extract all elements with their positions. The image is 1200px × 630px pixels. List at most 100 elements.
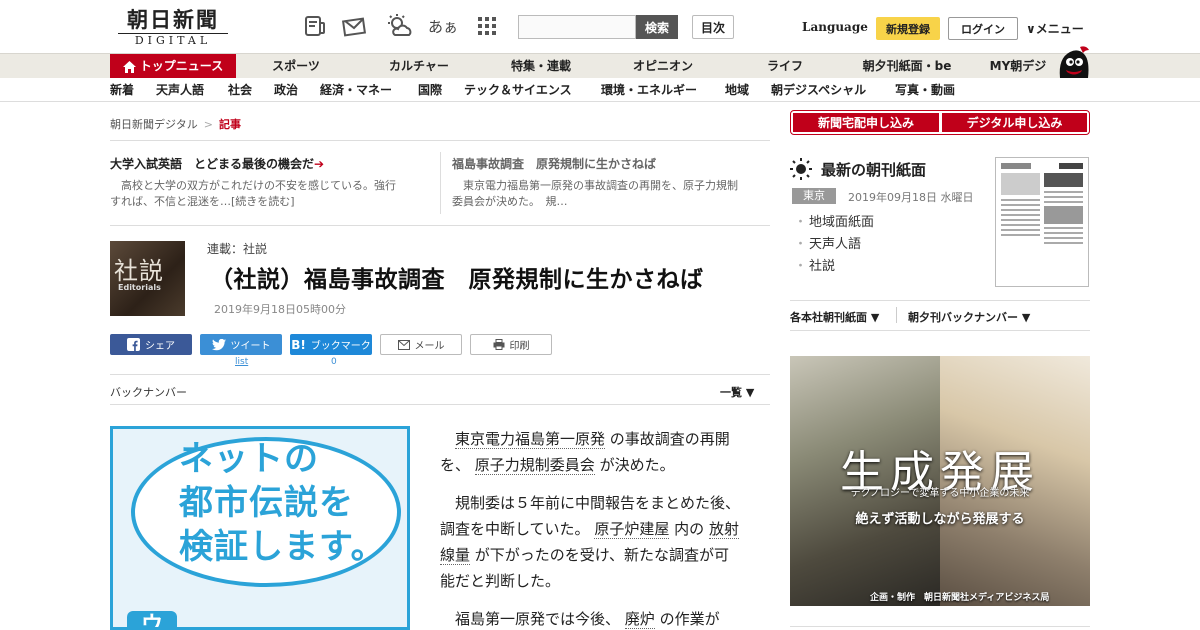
weather-icon[interactable]: [384, 12, 414, 40]
search-input[interactable]: [518, 15, 636, 39]
promo-tag: ウ: [127, 611, 177, 627]
logo-jp: 朝日新聞: [127, 7, 219, 32]
feature-title: 福島事故調査 原発規制に生かさねば: [452, 157, 657, 171]
home-icon: [122, 60, 136, 73]
article-body: 東京電力福島第一原発 の事故調査の再開を、 原子力規制委員会 が決めた。 規制委…: [440, 426, 740, 630]
nav-item-environment[interactable]: 環境・エネルギー: [601, 78, 697, 102]
article-paragraph: 東京電力福島第一原発 の事故調査の再開を、 原子力規制委員会 が決めた。: [440, 426, 740, 478]
caret-down-icon: ▼: [745, 386, 755, 399]
facebook-icon: [127, 338, 140, 351]
hatena-bookmark-button[interactable]: B! ブックマーク: [290, 334, 372, 355]
backnumber-list-label: 一覧: [720, 386, 742, 399]
nav-item-sports[interactable]: スポーツ: [252, 54, 340, 79]
twitter-icon: [211, 338, 226, 350]
nav-item-society[interactable]: 社会: [228, 78, 252, 102]
letter-icon[interactable]: [340, 12, 370, 40]
search-button[interactable]: 検索: [636, 15, 678, 39]
divider: [790, 330, 1090, 331]
site-logo[interactable]: 朝日新聞 DIGITAL: [118, 7, 228, 47]
mail-share-button[interactable]: メール: [380, 334, 462, 355]
paper-links: 地域面紙面 天声人語 社説: [794, 212, 874, 278]
paper-thumbnail[interactable]: [995, 157, 1089, 287]
nav-item-opinion[interactable]: オピニオン: [620, 54, 706, 79]
divider: [110, 404, 770, 405]
facebook-share-button[interactable]: シェア: [110, 334, 192, 355]
divider: [896, 307, 897, 323]
login-button[interactable]: ログイン: [948, 17, 1018, 40]
promo-line: 都市伝説を: [179, 483, 354, 523]
keyword-link[interactable]: 廃炉: [624, 610, 655, 629]
menu-button[interactable]: ∨メニュー: [1026, 20, 1084, 37]
sun-icon: [790, 158, 812, 180]
nav-label: トップニュース: [139, 59, 224, 73]
series-label[interactable]: 連載：社説: [207, 240, 267, 257]
nav-item-economy[interactable]: 経済・マネー: [320, 78, 392, 102]
nav-item-my-asahi[interactable]: MY朝デジ: [978, 54, 1058, 79]
print-button[interactable]: 印刷: [470, 334, 552, 355]
nav-item-top-news[interactable]: トップニュース: [110, 54, 236, 79]
dropdown-label: 各本社朝刊紙面: [790, 311, 867, 324]
toc-button[interactable]: 目次: [692, 15, 734, 39]
nav-item-print-edition[interactable]: 朝夕刊紙面・be: [852, 54, 962, 79]
paper-icon[interactable]: [300, 12, 330, 40]
delivery-subscribe-button[interactable]: 新聞宅配申し込み: [793, 113, 939, 132]
paper-date: 2019年09月18日 水曜日: [848, 191, 974, 204]
promo-banner[interactable]: ネットの 都市伝説を 検証します。 ウ: [110, 426, 410, 630]
ad-tagline: 絶えず活動しながら発展する: [855, 512, 1025, 527]
nav-item-culture[interactable]: カルチャー: [374, 54, 464, 79]
nav-item-latest[interactable]: 新着: [110, 78, 134, 102]
article-headline: （社説）福島事故調査 原発規制に生かさねば: [210, 267, 704, 293]
nav-item-features[interactable]: 特集・連載: [494, 54, 588, 79]
hatena-icon: B!: [291, 337, 306, 352]
keyword-link[interactable]: 東京電力福島第一原発: [455, 430, 606, 449]
paper-link-tensei-jingo[interactable]: 天声人語: [794, 234, 874, 256]
logo-en: DIGITAL: [118, 33, 228, 47]
twitter-share-button[interactable]: ツイート: [200, 334, 282, 355]
regional-paper-dropdown[interactable]: 各本社朝刊紙面 ▼: [790, 309, 879, 325]
grid-icon[interactable]: [472, 12, 502, 40]
thumbnail-subtitle: Editorials: [118, 283, 161, 292]
digital-subscribe-button[interactable]: デジタル申し込み: [942, 113, 1087, 132]
breadcrumb-home[interactable]: 朝日新聞デジタル: [110, 118, 198, 131]
mail-share-label: メール: [414, 341, 445, 352]
signup-button[interactable]: 新規登録: [876, 17, 940, 40]
keyword-link[interactable]: 原子炉建屋: [594, 520, 670, 539]
paper-link-regional[interactable]: 地域面紙面: [794, 212, 874, 234]
site-header: 朝日新聞 DIGITAL あぁ 検索 目次 Language 新規登録 ログイン…: [0, 0, 1200, 53]
primary-nav: トップニュース スポーツ カルチャー 特集・連載 オピニオン ライフ 朝夕刊紙面…: [0, 53, 1200, 79]
feature-editorial-2[interactable]: 福島事故調査 原発規制に生かさねば 東京電力福島第一原発の事故調査の再開を、原子…: [452, 156, 772, 210]
font-size-icon[interactable]: あぁ: [428, 12, 458, 40]
backnumber-paper-dropdown[interactable]: 朝夕刊バックナンバー ▼: [908, 309, 1030, 325]
backnumber-list-dropdown[interactable]: 一覧 ▼: [720, 384, 754, 400]
nav-item-international[interactable]: 国際: [418, 78, 442, 102]
ad-credit: 企画・制作 朝日新聞社メディアビジネス局: [870, 593, 1050, 603]
feature-summary: 東京電力福島第一原発の事故調査の再開を、原子力規制 委員会が決めた。 規…: [452, 178, 772, 210]
language-link[interactable]: Language: [802, 20, 868, 34]
backnumber-label: バックナンバー: [110, 386, 187, 399]
nav-item-tensei-jingo[interactable]: 天声人語: [156, 78, 204, 102]
arrow-right-icon: ➔: [314, 157, 325, 171]
feature-editorial-1[interactable]: 大学入試英語 とどまる最後の機会だ➔ 高校と大学の双方がこれだけの不安を感じてい…: [110, 156, 430, 210]
keyword-link[interactable]: 原子力規制委員会: [474, 456, 595, 475]
twitter-count[interactable]: list: [235, 357, 248, 367]
menu-label: メニュー: [1035, 22, 1084, 36]
nav-item-politics[interactable]: 政治: [274, 78, 298, 102]
promo-line: ネットの: [179, 439, 319, 479]
feature-summary-line: 高校と大学の双方がこれだけの不安を感じている。強行: [110, 179, 396, 192]
nav-item-life[interactable]: ライフ: [752, 54, 818, 79]
paper-link-editorial[interactable]: 社説: [794, 256, 874, 278]
editorial-thumbnail[interactable]: 社説 Editorials: [110, 241, 185, 316]
body-text: 福島第一原発では今後、: [455, 610, 621, 628]
nav-item-photo-video[interactable]: 写真・動画: [895, 78, 955, 102]
caret-down-icon: ▼: [1021, 311, 1031, 324]
nav-item-special[interactable]: 朝デジスペシャル: [771, 78, 866, 102]
page: 朝日新聞 DIGITAL あぁ 検索 目次 Language 新規登録 ログイン…: [0, 0, 1200, 630]
subscription-box: 新聞宅配申し込み デジタル申し込み: [790, 110, 1090, 135]
nav-item-regional[interactable]: 地域: [725, 78, 749, 102]
divider: [440, 152, 441, 214]
thumbnail-title: 社説: [114, 257, 164, 285]
advertisement-banner[interactable]: 生成発展 テクノロジーで変革する中小企業の未来 絶えず活動しながら発展する 企画…: [790, 356, 1090, 606]
hatena-count[interactable]: 0: [331, 357, 337, 367]
nav-item-tech-science[interactable]: テック＆サイエンス: [464, 78, 572, 102]
body-text: 内の: [674, 520, 705, 538]
